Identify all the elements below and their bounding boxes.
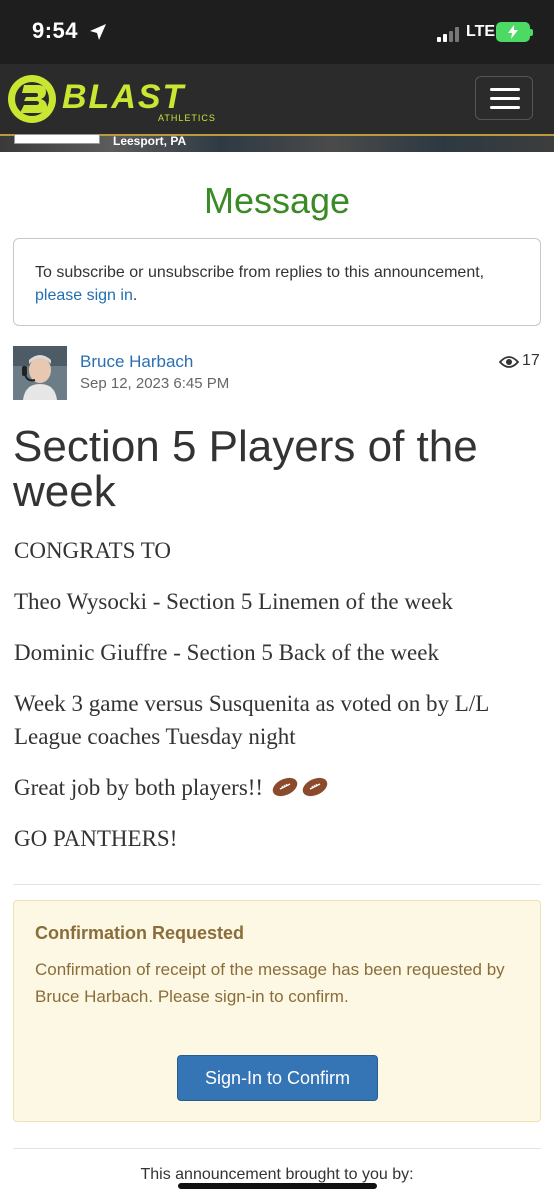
home-indicator[interactable]	[178, 1183, 377, 1189]
hamburger-menu-button[interactable]	[475, 76, 533, 120]
status-time: 9:54	[32, 18, 79, 43]
post-paragraph: Theo Wysocki - Section 5 Linemen of the …	[14, 589, 453, 614]
subscribe-notice: To subscribe or unsubscribe from replies…	[13, 238, 541, 326]
sign-in-link[interactable]: please sign in	[35, 287, 133, 304]
page-title: Message	[203, 180, 351, 221]
status-bar: 9:54 LTE	[0, 0, 554, 64]
view-count-value: 17	[522, 352, 540, 369]
header-banner: Leesport, PA	[0, 134, 554, 152]
post-date: Sep 12, 2023 6:45 PM	[80, 375, 230, 392]
post-body: CONGRATS TO Theo Wysocki - Section 5 Lin…	[14, 534, 544, 873]
brand-text: BLAST	[62, 78, 187, 116]
cellular-signal-icon	[437, 26, 463, 42]
divider	[13, 884, 541, 885]
confirmation-title: Confirmation Requested	[35, 923, 245, 943]
divider	[13, 1148, 541, 1149]
subscribe-text: To subscribe or unsubscribe from replies…	[35, 264, 485, 281]
site-header: BLAST ATHLETICS	[0, 64, 554, 134]
post-paragraph: GO PANTHERS!	[14, 826, 178, 851]
post-paragraph: Great job by both players!!	[14, 771, 544, 804]
author-avatar[interactable]	[13, 346, 67, 400]
network-type: LTE	[466, 23, 496, 40]
blast-athletics-logo[interactable]: BLAST ATHLETICS	[6, 72, 226, 126]
author-name[interactable]: Bruce Harbach	[80, 352, 193, 372]
football-emoji-icon	[302, 777, 328, 797]
sign-in-to-confirm-button[interactable]: Sign-In to Confirm	[177, 1055, 378, 1101]
post-paragraph: Week 3 game versus Susquenita as voted o…	[14, 691, 489, 749]
banner-location: Leesport, PA	[113, 134, 187, 148]
battery-charging-icon	[496, 22, 533, 42]
banner-logo-box	[14, 134, 100, 144]
post-title: Section 5 Players of the week	[13, 422, 478, 516]
location-arrow-icon	[90, 24, 106, 40]
sponsor-footer-text: This announcement brought to you by:	[140, 1166, 414, 1183]
post-paragraph: CONGRATS TO	[14, 538, 171, 563]
post-paragraph: Dominic Giuffre - Section 5 Back of the …	[14, 640, 439, 665]
hamburger-menu-icon	[490, 88, 520, 91]
confirmation-text: Confirmation of receipt of the message h…	[35, 960, 505, 1006]
brand-subtext: ATHLETICS	[158, 113, 216, 123]
eye-icon	[499, 356, 519, 368]
football-emoji-icon	[272, 777, 298, 797]
confirmation-panel: Confirmation Requested Confirmation of r…	[13, 900, 541, 1122]
